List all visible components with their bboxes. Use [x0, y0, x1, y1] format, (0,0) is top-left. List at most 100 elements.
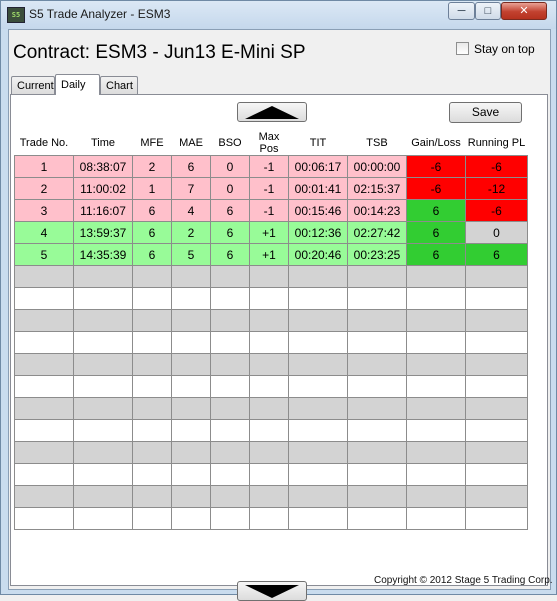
- table-cell: [132, 353, 172, 376]
- table-cell: [347, 441, 407, 464]
- table-cell: 11:16:07: [73, 199, 133, 222]
- client-area: Contract: ESM3 - Jun13 E-Mini SP Stay on…: [8, 29, 553, 601]
- trade-row[interactable]: 3 11:16:07 6 4 6 -1 00:15:46 00:14:23 6 -6: [14, 199, 528, 222]
- scroll-up-button[interactable]: [237, 102, 307, 122]
- column-header: Time: [90, 137, 116, 149]
- column-header: TIT: [309, 137, 327, 149]
- table-cell: [73, 309, 133, 332]
- empty-row: [14, 265, 528, 288]
- table-cell: [73, 375, 133, 398]
- table-cell: 5: [171, 243, 211, 266]
- table-cell: [210, 309, 250, 332]
- maximize-button[interactable]: □: [475, 2, 501, 20]
- stay-on-top-toggle[interactable]: Stay on top: [456, 42, 535, 56]
- trade-row[interactable]: 5 14:35:39 6 5 6 +1 00:20:46 00:23:25 6 6: [14, 243, 528, 266]
- table-cell: [249, 507, 289, 530]
- table-cell: 00:00:00: [347, 155, 407, 178]
- table-cell: [465, 265, 528, 288]
- close-button[interactable]: ✕: [501, 2, 547, 20]
- table-cell: 1: [14, 155, 74, 178]
- table-cell: 00:06:17: [288, 155, 348, 178]
- table-cell: 08:38:07: [73, 155, 133, 178]
- table-cell: 2: [132, 155, 172, 178]
- table-cell: [132, 265, 172, 288]
- table-cell: [210, 331, 250, 354]
- table-cell: [288, 507, 348, 530]
- contract-title: Contract: ESM3 - Jun13 E-Mini SP: [13, 42, 306, 63]
- table-cell: [171, 287, 211, 310]
- table-cell: 02:27:42: [347, 221, 407, 244]
- table-cell: [249, 397, 289, 420]
- stay-on-top-checkbox[interactable]: [456, 42, 469, 55]
- table-cell: [171, 485, 211, 508]
- empty-row: [14, 507, 528, 530]
- trade-row[interactable]: 4 13:59:37 6 2 6 +1 00:12:36 02:27:42 6 0: [14, 221, 528, 244]
- table-cell: [406, 331, 466, 354]
- table-cell: [465, 507, 528, 530]
- empty-row: [14, 397, 528, 420]
- table-cell: [465, 331, 528, 354]
- table-cell: [406, 419, 466, 442]
- table-cell: [249, 375, 289, 398]
- minimize-icon: ─: [457, 5, 466, 17]
- table-cell: [14, 397, 74, 420]
- table-cell: 14:35:39: [73, 243, 133, 266]
- table-cell: [73, 463, 133, 486]
- table-cell: [465, 353, 528, 376]
- minimize-button[interactable]: ─: [448, 2, 475, 20]
- trade-row[interactable]: 2 11:00:02 1 7 0 -1 00:01:41 02:15:37 -6 -12: [14, 177, 528, 200]
- scroll-down-button[interactable]: [237, 581, 307, 601]
- table-cell: [132, 441, 172, 464]
- table-cell: [132, 485, 172, 508]
- table-cell: [210, 265, 250, 288]
- table-cell: 3: [14, 199, 74, 222]
- table-cell: [465, 485, 528, 508]
- column-header: MAE: [179, 137, 203, 149]
- table-cell: [210, 507, 250, 530]
- table-cell: [132, 309, 172, 332]
- table-cell: 00:14:23: [347, 199, 407, 222]
- triangle-down-icon: [245, 585, 299, 598]
- table-cell: [406, 397, 466, 420]
- tab-chart[interactable]: Chart: [100, 76, 138, 94]
- table-cell: [73, 441, 133, 464]
- table-cell: 00:15:46: [288, 199, 348, 222]
- table-header-row: Trade No. Time MFE MAE BSO Max Pos TIT TSB Gain/…: [15, 131, 528, 156]
- tab-current[interactable]: Current: [11, 76, 55, 94]
- table-cell: [347, 353, 407, 376]
- table-cell: 6: [406, 243, 466, 266]
- table-cell: 6: [171, 155, 211, 178]
- table-cell: [73, 397, 133, 420]
- table-cell: 6: [465, 243, 528, 266]
- window-title: S5 Trade Analyzer - ESM3: [29, 7, 171, 21]
- table-cell: [171, 507, 211, 530]
- table-cell: [132, 463, 172, 486]
- trade-row[interactable]: 1 08:38:07 2 6 0 -1 00:06:17 00:00:00 -6 -6: [14, 155, 528, 178]
- table-cell: [465, 287, 528, 310]
- table-cell: [171, 331, 211, 354]
- table-cell: [406, 265, 466, 288]
- table-cell: [14, 331, 74, 354]
- tab-daily[interactable]: Daily: [55, 74, 100, 95]
- table-cell: [465, 375, 528, 398]
- table-cell: 13:59:37: [73, 221, 133, 244]
- table-cell: [14, 485, 74, 508]
- table-cell: [249, 419, 289, 442]
- title-bar[interactable]: S5 S5 Trade Analyzer - ESM3 ─ □ ✕: [1, 1, 556, 29]
- table-cell: [465, 463, 528, 486]
- table-cell: [210, 397, 250, 420]
- save-button[interactable]: Save: [449, 102, 522, 123]
- table-cell: [14, 507, 74, 530]
- daily-panel: Save Trade No. Time MFE MAE BSO Max Pos TIT TSB…: [10, 94, 548, 601]
- table-cell: [347, 287, 407, 310]
- table-cell: [73, 331, 133, 354]
- table-cell: -6: [406, 177, 466, 200]
- table-cell: [132, 375, 172, 398]
- table-cell: [249, 309, 289, 332]
- table-cell: [171, 375, 211, 398]
- table-cell: 00:01:41: [288, 177, 348, 200]
- table-cell: 6: [406, 199, 466, 222]
- table-cell: 00:12:36: [288, 221, 348, 244]
- table-cell: [73, 485, 133, 508]
- table-cell: 0: [210, 177, 250, 200]
